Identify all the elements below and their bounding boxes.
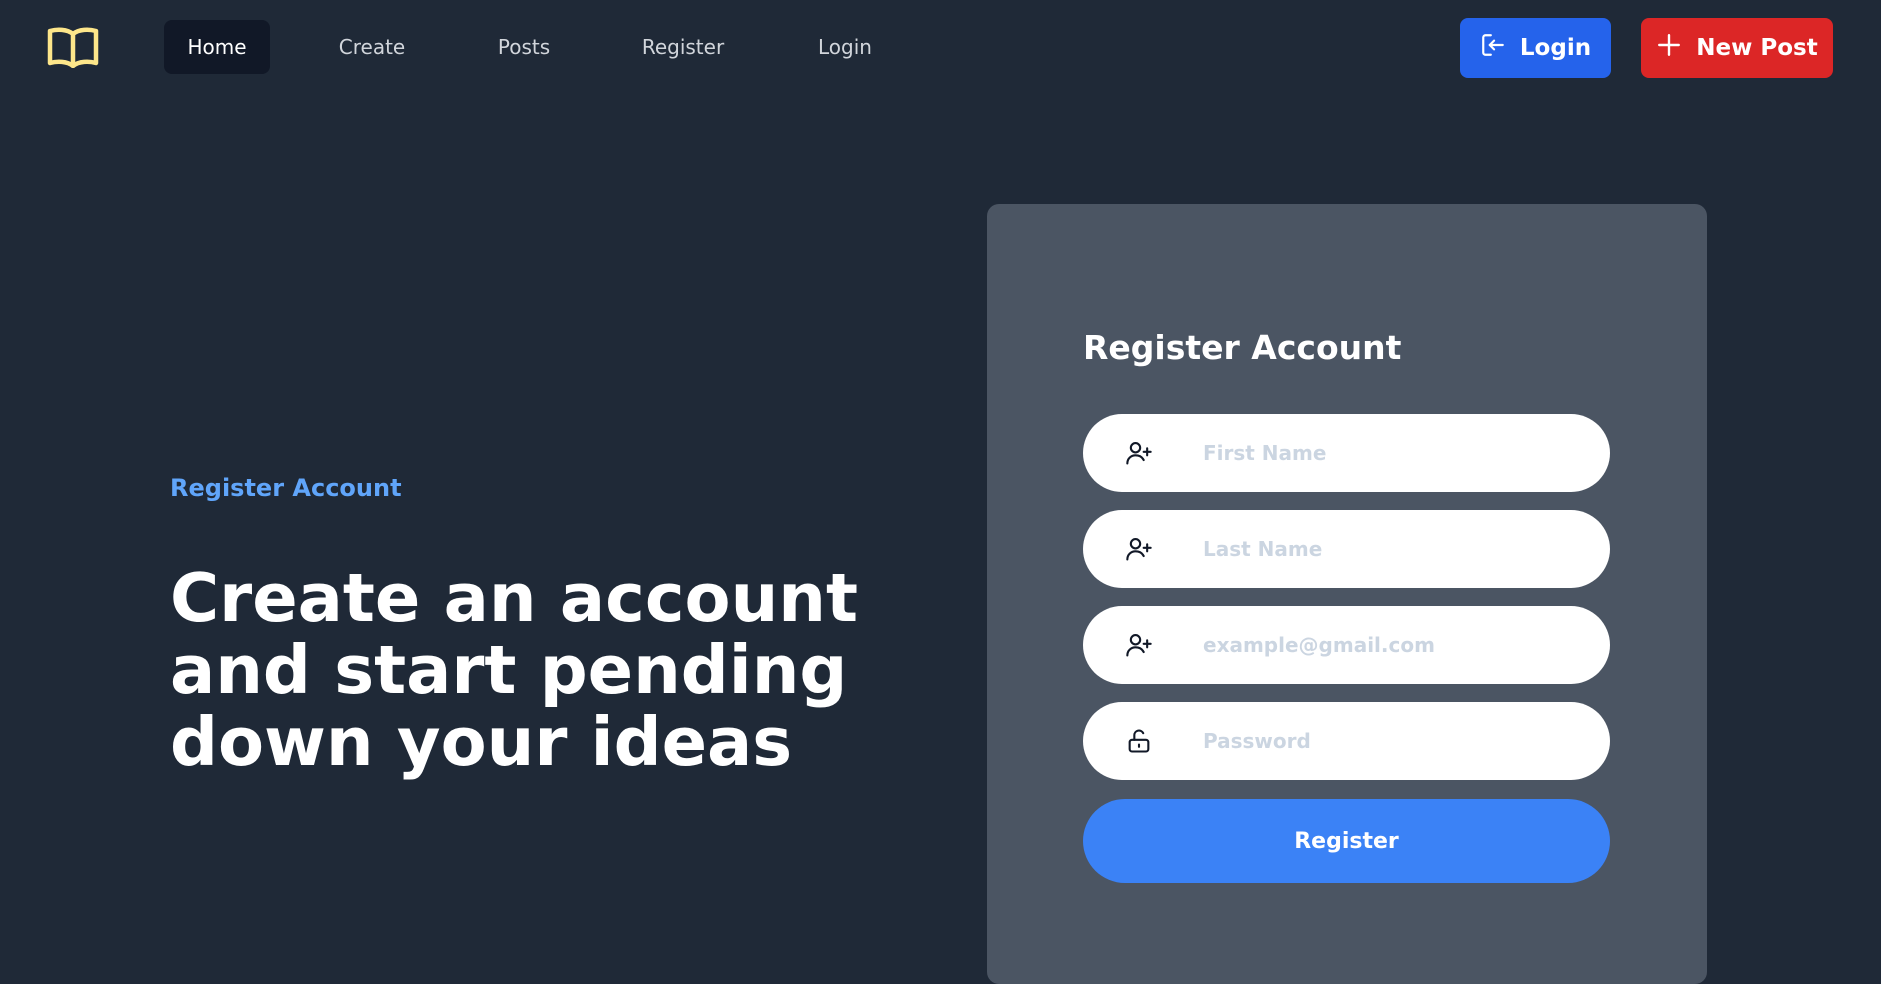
login-button-label: Login (1519, 35, 1592, 61)
hero-eyebrow: Register Account (170, 474, 402, 502)
new-post-button[interactable]: New Post (1641, 18, 1833, 78)
nav-link-create[interactable]: Create (320, 20, 424, 74)
password-field[interactable] (1083, 702, 1610, 780)
top-navbar: Home Create Posts Register Login Login N… (0, 0, 1881, 98)
password-input[interactable] (1203, 702, 1583, 780)
nav-link-home[interactable]: Home (164, 20, 270, 74)
last-name-input[interactable] (1203, 510, 1583, 588)
hero-line: Create an account (170, 559, 858, 637)
hero-heading: Create an account and start pending down… (170, 562, 870, 778)
lock-open-icon (1125, 727, 1153, 755)
login-icon (1480, 32, 1506, 64)
last-name-field[interactable] (1083, 510, 1610, 588)
first-name-field[interactable] (1083, 414, 1610, 492)
nav-link-register[interactable]: Register (624, 20, 742, 74)
user-plus-icon (1125, 631, 1153, 659)
user-plus-icon (1125, 439, 1153, 467)
hero-line: down your ideas (170, 703, 793, 781)
first-name-input[interactable] (1203, 414, 1583, 492)
open-book-icon[interactable] (46, 24, 100, 70)
plus-icon (1656, 32, 1682, 64)
register-title: Register Account (1083, 328, 1402, 367)
email-input[interactable] (1203, 606, 1583, 684)
email-field[interactable] (1083, 606, 1610, 684)
register-card: Register Account First Name Last Name ex… (987, 204, 1707, 984)
nav-link-posts[interactable]: Posts (476, 20, 572, 74)
user-plus-icon (1125, 535, 1153, 563)
nav-link-login[interactable]: Login (794, 20, 896, 74)
register-button[interactable]: Register (1083, 799, 1610, 883)
login-button[interactable]: Login (1460, 18, 1611, 78)
new-post-button-label: New Post (1696, 35, 1818, 61)
hero-line: and start pending (170, 631, 848, 709)
